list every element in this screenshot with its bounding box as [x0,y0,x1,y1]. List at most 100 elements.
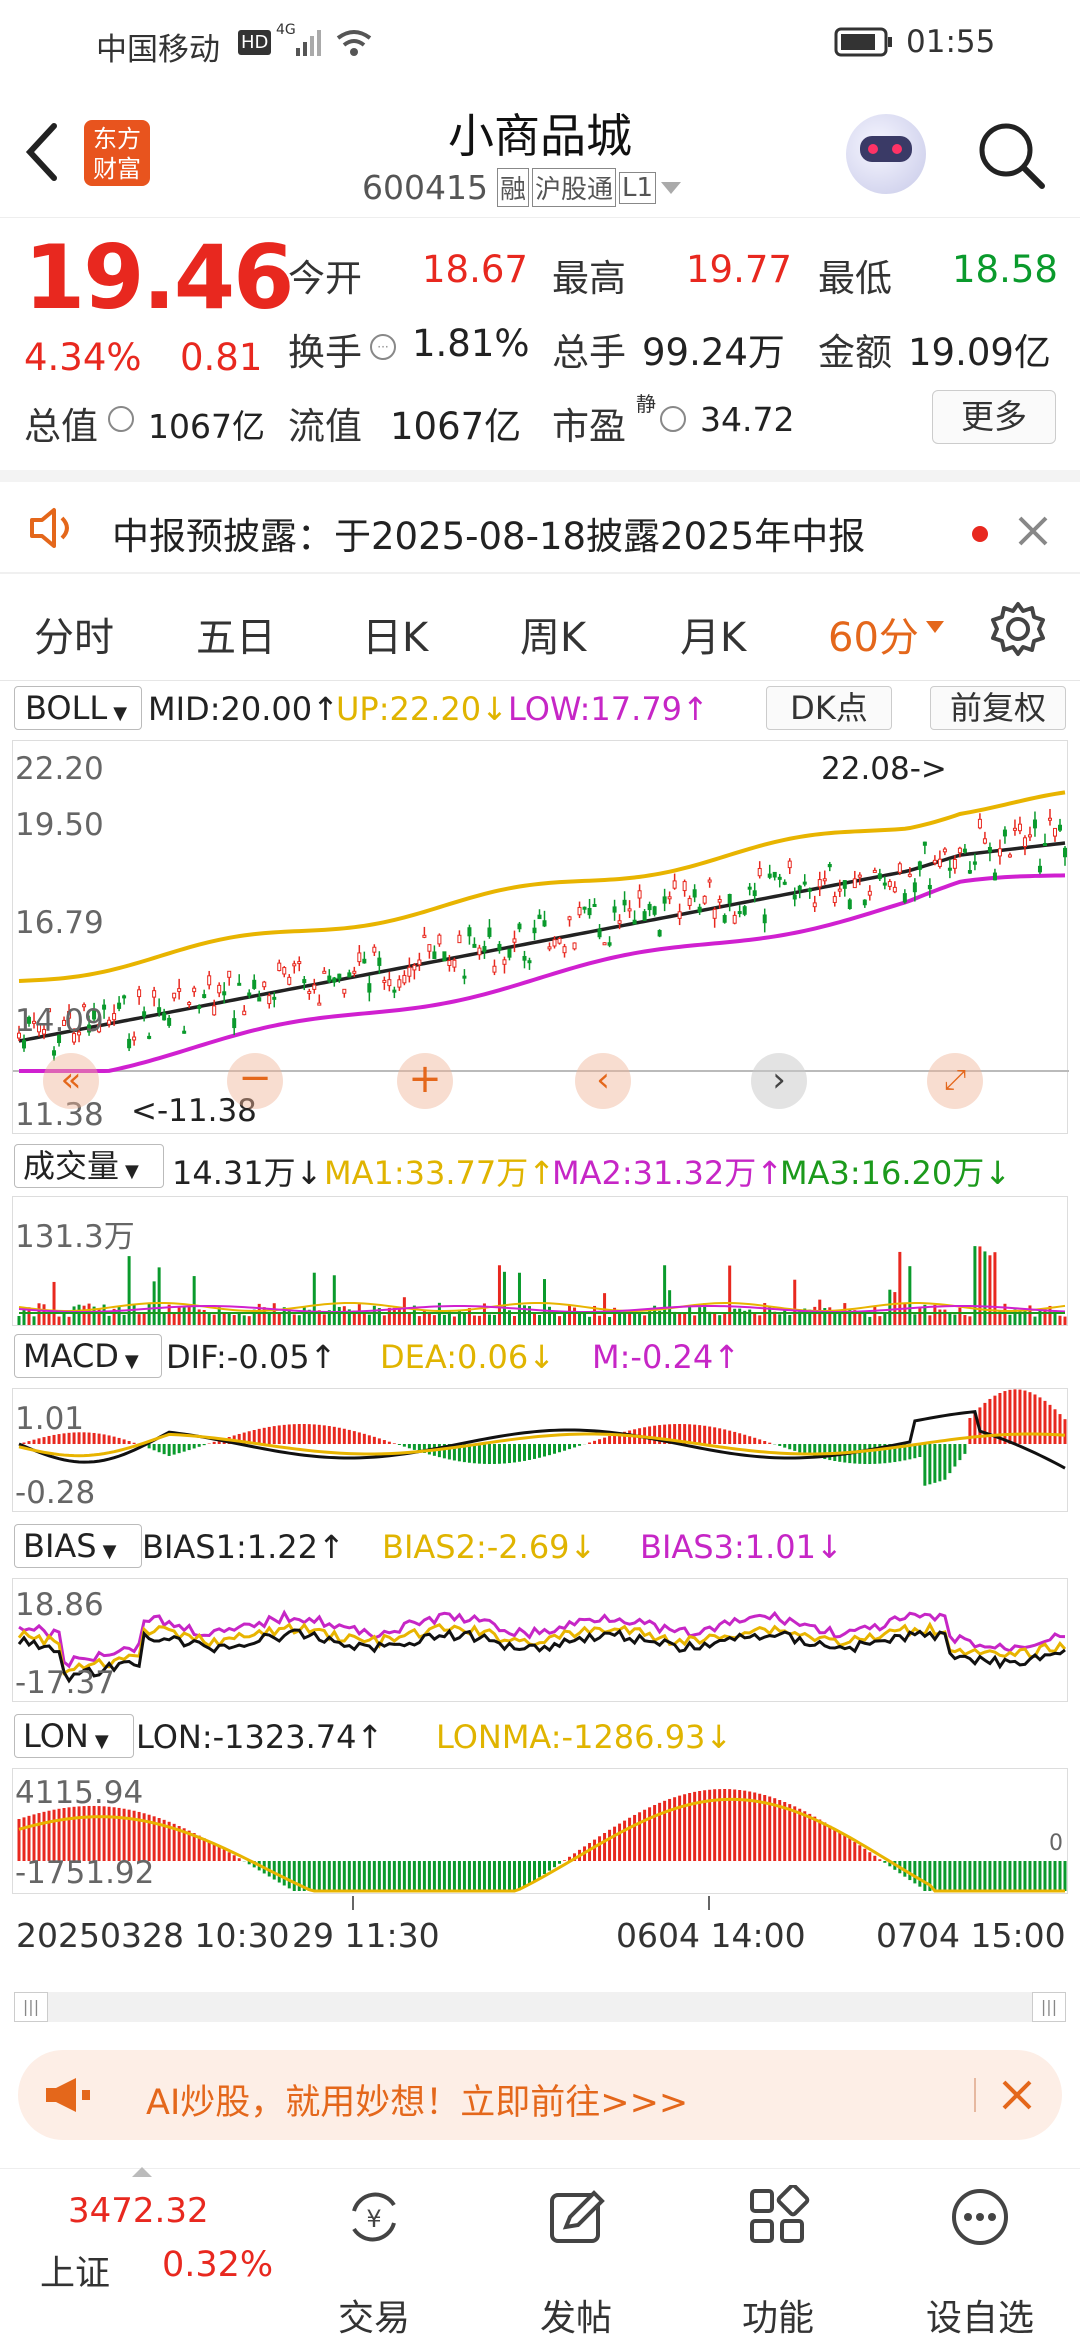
open-label: 今开 [288,257,362,300]
volume-bar [643,1315,647,1325]
volume-bar [1063,1316,1067,1325]
scroll-left-fast-button[interactable]: « [43,1053,99,1109]
zoom-in-button[interactable]: + [397,1053,453,1109]
y-tick-label: 18.86 [15,1587,104,1623]
candle-body [347,972,352,978]
indicator-select-bias[interactable]: BIAS ▼ [14,1524,142,1568]
tab-weekly-k[interactable]: 周K [520,605,586,663]
macd-chart[interactable]: 1.01 -0.28 [12,1388,1068,1512]
candle-body [822,878,827,882]
index-value: 3472.32 [68,2191,209,2231]
candle-body [1017,823,1022,832]
indicator-select-volume[interactable]: 成交量 ▼ [14,1144,164,1188]
candle-body [777,876,782,880]
fullscreen-button[interactable]: ⤢ [927,1053,983,1109]
range-handle-left[interactable]: ||| [14,1992,48,2022]
volume-bar [357,1304,361,1325]
volume-canvas [17,1246,1067,1325]
volume-bar [748,1309,752,1325]
candle-body [467,927,472,937]
volume-bar [197,1309,201,1325]
candle-body [357,952,362,963]
info-icon[interactable]: ··· [368,332,398,362]
tab-daily-k[interactable]: 日K [362,605,428,663]
bias2: BIAS2:-2.69↓ [382,1528,597,1566]
stock-code-row[interactable]: 600415 融 沪股通 L1 [362,168,683,207]
candle-body [1032,819,1037,829]
open-value: 18.67 [422,248,528,291]
candle-body [732,914,737,924]
candle-body [432,951,437,960]
tab-monthly-k[interactable]: 月K [680,605,746,663]
nav-functions[interactable]: 功能 [678,2169,878,2341]
indicator-select-boll[interactable]: BOLL ▼ [14,686,142,730]
info-icon[interactable] [106,404,136,434]
candle-body [392,989,397,993]
candle-body [187,1002,192,1006]
info-icon[interactable] [658,404,688,434]
adjust-price-button[interactable]: 前复权 [930,686,1066,730]
volume-bar [888,1289,892,1325]
tab-60min[interactable]: 60分 [828,605,919,663]
volume-bar [322,1314,326,1325]
candle-body [167,1017,172,1026]
volume-bar [517,1272,521,1325]
volume-bar [207,1313,211,1325]
indicator-select-macd[interactable]: MACD ▼ [14,1334,162,1378]
notice-bar[interactable]: 中报预披露：于2025-08-18披露2025年中报 [0,470,1080,574]
lon-value: LON:-1323.74↑ [136,1718,384,1756]
robot-avatar-icon[interactable] [846,114,926,194]
lon-chart[interactable]: 4115.94 -1751.92 0 [12,1768,1068,1894]
speaker-icon [30,508,69,548]
gear-icon[interactable] [988,599,1048,659]
index-change: 0.32% [162,2245,274,2285]
volume-bar [242,1315,246,1325]
scroll-left-button[interactable]: ‹ [575,1053,631,1109]
ai-ad-banner[interactable]: AI炒股，就用妙想！立即前往>>> [18,2050,1062,2140]
dk-point-button[interactable]: DK点 [766,686,892,730]
volume-bar [222,1313,226,1325]
indicator-select-lon[interactable]: LON ▼ [14,1714,134,1758]
search-icon[interactable] [974,118,1048,192]
candle-body [482,946,487,952]
candle-body [697,906,702,913]
boll-up: UP:22.20↓ [336,690,508,728]
scroll-right-button[interactable]: › [751,1053,807,1109]
zoom-out-button[interactable]: − [227,1053,283,1109]
more-button[interactable]: 更多 [932,390,1056,444]
candle-body [772,871,777,878]
candle-body [387,979,392,987]
nav-watchlist[interactable]: 设自选 [880,2169,1080,2341]
range-scrollbar[interactable]: ||| ||| [14,1992,1066,2022]
candle-body [287,976,292,985]
close-icon[interactable] [1016,514,1050,548]
volume-bar [247,1316,251,1325]
bias3-line [18,1609,1066,1669]
lon-canvas [17,1789,1067,1893]
candle-body [667,896,672,900]
volume-bar [62,1313,66,1325]
candle-body [1012,827,1017,831]
candle-body [852,878,857,889]
nav-trade[interactable]: ¥ 交易 [274,2169,474,2341]
volume-chart[interactable]: 131.3万 [12,1196,1068,1326]
volume-bar [267,1313,271,1325]
range-handle-right[interactable]: ||| [1032,1992,1066,2022]
tab-five-day[interactable]: 五日 [196,605,276,663]
candle-body [792,894,797,900]
candle-body [237,982,242,986]
close-icon[interactable] [1000,2078,1034,2112]
candle-body [122,995,127,999]
volume-bar [427,1312,431,1325]
candle-body [227,970,232,978]
float-value: 1067亿 [390,405,522,448]
nav-post[interactable]: 发帖 [476,2169,676,2341]
bias-chart[interactable]: 18.86 -17.37 [12,1578,1068,1702]
index-ticker[interactable]: 3472.32 上证 0.32% [20,2167,273,2341]
kline-chart[interactable]: 22.20 19.50 16.79 14.09 11.38 22.08-> <-… [12,740,1069,1134]
candle-body [407,966,412,977]
candle-body [752,890,757,897]
volume-bar [793,1279,797,1325]
volume-bar [663,1265,667,1325]
tab-intraday[interactable]: 分时 [34,605,114,663]
